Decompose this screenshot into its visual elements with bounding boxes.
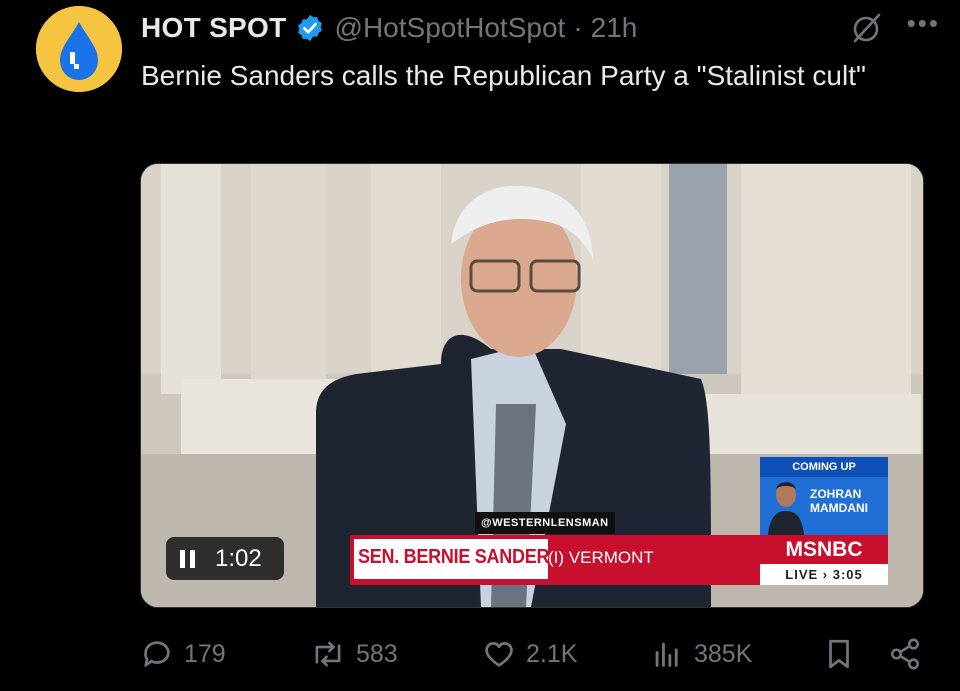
video-duration: 1:02 (215, 544, 262, 572)
lower-third: SEN. BERNIE SANDERS (I) VERMONT (350, 535, 760, 585)
coming-up-photo (768, 482, 804, 535)
coming-up-label: COMING UP (760, 457, 888, 477)
bookmark-button[interactable] (822, 636, 888, 672)
like-count: 2.1K (526, 639, 578, 668)
views-count: 385K (694, 639, 753, 668)
live-indicator: LIVE › 3:05 (785, 567, 863, 582)
display-name[interactable]: HOT SPOT (141, 12, 287, 44)
lower-third-state: (I) VERMONT (548, 548, 654, 567)
heart-icon (485, 642, 513, 667)
avatar[interactable] (36, 6, 122, 92)
views-button[interactable]: 385K (650, 637, 822, 671)
verified-badge-icon (297, 14, 322, 42)
handle[interactable]: @HotSpotHotSpot (335, 12, 566, 44)
tweet-text: Bernie Sanders calls the Republican Part… (141, 60, 866, 91)
coming-up-name: ZOHRAN MAMDANI (810, 487, 868, 515)
lower-third-name: SEN. BERNIE SANDERS (358, 546, 561, 568)
views-icon (655, 642, 678, 667)
like-button[interactable]: 2.1K (482, 637, 650, 671)
action-bar: 179 583 2.1K 385K (140, 632, 930, 676)
water-drop-icon (36, 6, 122, 92)
repost-count: 583 (356, 639, 398, 668)
reply-count: 179 (184, 639, 226, 668)
network-bug: MSNBC LIVE › 3:05 (760, 535, 888, 585)
reply-icon (144, 641, 170, 667)
grok-icon[interactable] (851, 12, 883, 44)
timestamp[interactable]: 21h (591, 12, 638, 44)
tweet-header: HOT SPOT @HotSpotHotSpot · 21h ••• (141, 8, 940, 48)
network-name: MSNBC (760, 535, 888, 564)
separator: · (573, 12, 583, 43)
bookmark-icon (829, 639, 849, 669)
video-watermark: @WESTERNLENSMAN (475, 512, 615, 534)
pause-icon[interactable] (180, 549, 195, 568)
more-icon[interactable]: ••• (907, 8, 940, 39)
reply-button[interactable]: 179 (140, 637, 310, 671)
repost-icon (315, 641, 341, 667)
share-icon (890, 638, 920, 670)
coming-up-panel: COMING UP ZOHRAN MAMDANI (760, 457, 888, 535)
share-button[interactable] (888, 637, 928, 671)
video-timer[interactable]: 1:02 (166, 537, 284, 580)
repost-button[interactable]: 583 (310, 637, 482, 671)
